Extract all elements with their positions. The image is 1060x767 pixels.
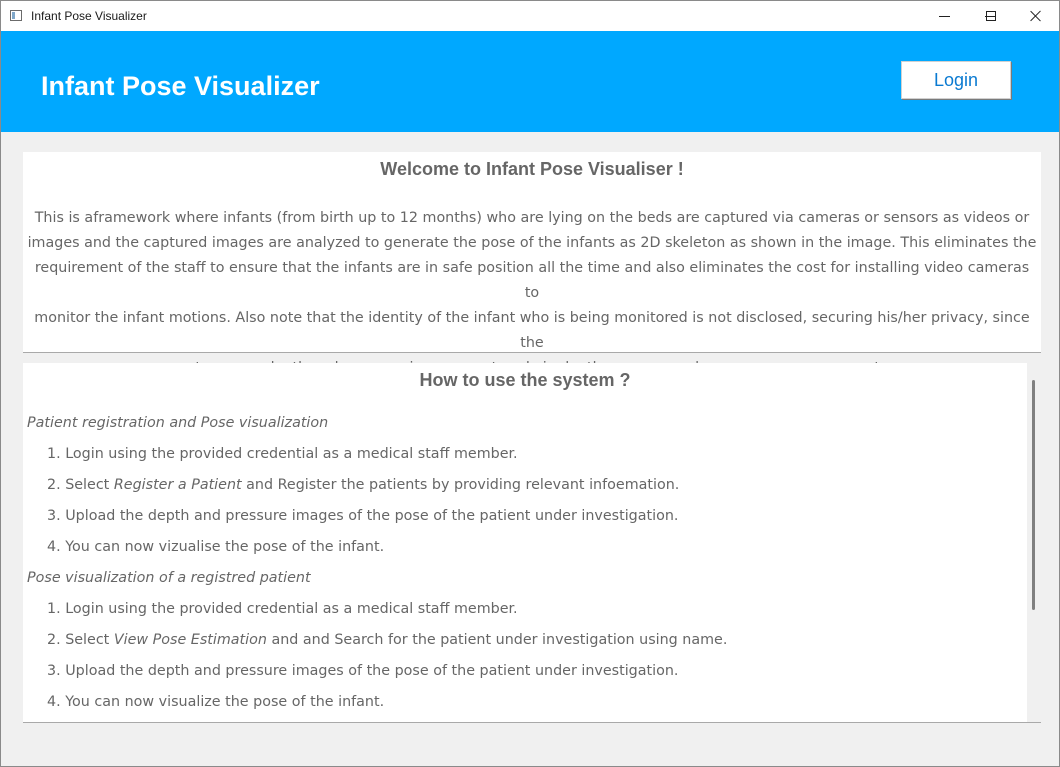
window-title: Infant Pose Visualizer xyxy=(31,9,147,23)
instruction-step: 1. Login using the provided credential a… xyxy=(27,598,1027,629)
how-to-content: Patient registration and Pose visualizat… xyxy=(27,412,1027,722)
scrollbar-thumb[interactable] xyxy=(1032,380,1035,610)
minimize-icon xyxy=(938,15,950,17)
step-text: Select xyxy=(65,632,114,648)
minimize-button-area[interactable] xyxy=(921,1,967,31)
header-title: Infant Pose Visualizer xyxy=(41,71,320,101)
step-text: You can now visualize the pose of the in… xyxy=(65,694,385,710)
step-text-continued: and Register the patients by providing r… xyxy=(241,477,680,493)
section-heading: Pose visualization of a registred patien… xyxy=(27,570,311,586)
step-number: 4. xyxy=(47,694,66,710)
instruction-step: 2. Select View Pose Estimation and and S… xyxy=(27,629,1027,660)
step-text-continued: and and Search for the patient under inv… xyxy=(266,632,728,648)
instruction-step: 4. You can now visualize the pose of the… xyxy=(27,691,1027,722)
step-text: Login using the provided credential as a… xyxy=(65,446,518,462)
close-icon xyxy=(1030,10,1042,22)
step-emphasis: Register a Patient xyxy=(113,477,242,493)
step-number: 1. xyxy=(47,446,66,462)
welcome-description-line: requirement of the staff to ensure that … xyxy=(34,260,1030,301)
instruction-step: 2. Select Register a Patient and Registe… xyxy=(27,474,1027,505)
step-number: 3. xyxy=(47,508,66,524)
welcome-title: Welcome to Infant Pose Visualiser ! xyxy=(380,159,684,179)
step-text: You can now vizualise the pose of the in… xyxy=(65,539,385,555)
maximize-icon xyxy=(986,11,996,21)
step-text: Upload the depth and pressure images of … xyxy=(65,663,679,679)
step-text: Select xyxy=(65,477,114,493)
section-heading: Patient registration and Pose visualizat… xyxy=(27,415,329,431)
instruction-step: 3. Upload the depth and pressure images … xyxy=(27,505,1027,536)
step-number: 3. xyxy=(47,663,66,679)
title-bar[interactable]: Infant Pose Visualizer xyxy=(1,1,1059,31)
how-to-title: How to use the system ? xyxy=(419,370,631,390)
app-header: Infant Pose Visualizer Login xyxy=(1,31,1059,132)
how-to-panel: How to use the system ? Patient registra… xyxy=(23,363,1041,723)
welcome-description-line: images and the captured images are analy… xyxy=(27,235,1037,251)
instruction-step: 4. You can now vizualise the pose of the… xyxy=(27,536,1027,567)
close-button[interactable] xyxy=(1013,1,1059,31)
vertical-scrollbar[interactable] xyxy=(1027,363,1041,722)
maximize-button[interactable] xyxy=(968,1,1014,31)
step-number: 1. xyxy=(47,601,66,617)
welcome-description-line: monitor the infant motions. Also note th… xyxy=(34,310,1030,351)
login-button[interactable]: Login xyxy=(901,61,1011,99)
instruction-step: 1. Login using the provided credential a… xyxy=(27,443,1027,474)
step-number: 4. xyxy=(47,539,66,555)
welcome-panel: Welcome to Infant Pose Visualiser ! This… xyxy=(23,152,1041,376)
welcome-description: This is aframework where infants (from b… xyxy=(27,206,1037,381)
step-emphasis: View Pose Estimation xyxy=(113,632,267,648)
step-text: Upload the depth and pressure images of … xyxy=(65,508,679,524)
step-text: Login using the provided credential as a… xyxy=(65,601,518,617)
welcome-description-line: This is aframework where infants (from b… xyxy=(34,210,1030,226)
step-number: 2. xyxy=(47,632,66,648)
app-window: Infant Pose Visualizer Infant Pose Visua… xyxy=(0,0,1060,767)
app-window-icon xyxy=(10,10,22,21)
step-number: 2. xyxy=(47,477,66,493)
instruction-step: 3. Upload the depth and pressure images … xyxy=(27,660,1027,691)
